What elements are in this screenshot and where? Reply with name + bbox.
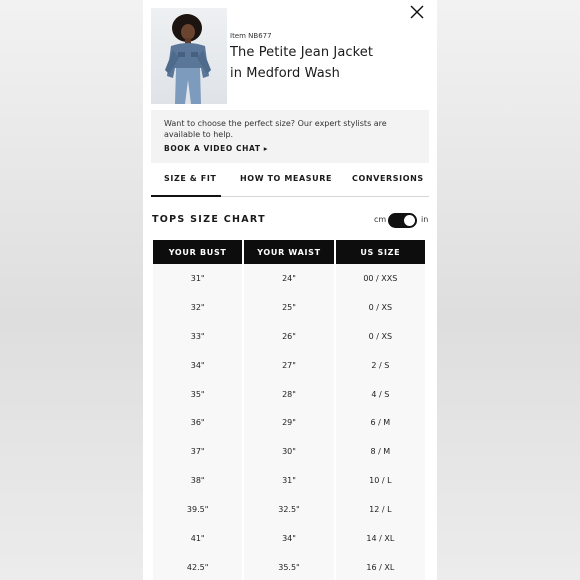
- waist-cell: 27": [244, 350, 334, 380]
- bust-cell: 39.5": [153, 495, 243, 525]
- waist-cell: 35.5": [244, 552, 334, 580]
- item-number: Item NB677: [230, 32, 272, 40]
- header-your-bust: YOUR BUST: [153, 240, 243, 264]
- table-row: 37" 30" 8 / M: [153, 437, 425, 467]
- size-chart-header-row: YOUR BUST YOUR WAIST US SIZE: [153, 240, 425, 264]
- stylist-banner: Want to choose the perfect size? Our exp…: [151, 110, 429, 163]
- product-photo: [151, 8, 227, 104]
- bust-cell: 42.5": [153, 552, 243, 580]
- close-icon: [410, 5, 424, 19]
- table-row: 34" 27" 2 / S: [153, 350, 425, 380]
- table-row: 38" 31" 10 / L: [153, 466, 425, 496]
- bust-cell: 35": [153, 379, 243, 409]
- unit-toggle: cm in: [143, 213, 437, 229]
- table-row: 42.5" 35.5" 16 / XL: [153, 552, 425, 580]
- unit-switch[interactable]: [388, 213, 417, 228]
- us-size-cell: 0 / XS: [335, 292, 425, 322]
- stylist-banner-text: Want to choose the perfect size? Our exp…: [164, 119, 387, 139]
- waist-cell: 31": [244, 466, 334, 496]
- bust-cell: 31": [153, 264, 243, 293]
- us-size-cell: 00 / XXS: [335, 264, 425, 293]
- active-tab-indicator: [151, 195, 221, 197]
- waist-cell: 34": [244, 524, 334, 553]
- tab-how-to-measure[interactable]: HOW TO MEASURE: [240, 174, 332, 183]
- table-row: 32" 25" 0 / XS: [153, 292, 425, 322]
- bust-cell: 37": [153, 437, 243, 467]
- bust-cell: 34": [153, 350, 243, 380]
- us-size-cell: 4 / S: [335, 379, 425, 409]
- header-us-size: US SIZE: [335, 240, 425, 264]
- waist-cell: 32.5": [244, 495, 334, 525]
- background-left: [0, 0, 143, 580]
- product-title-line2: in Medford Wash: [230, 66, 340, 81]
- switch-knob: [404, 215, 415, 226]
- us-size-cell: 6 / M: [335, 408, 425, 438]
- table-row: 36" 29" 6 / M: [153, 408, 425, 438]
- us-size-cell: 10 / L: [335, 466, 425, 496]
- waist-cell: 24": [244, 264, 334, 293]
- us-size-cell: 12 / L: [335, 495, 425, 525]
- unit-in-label: in: [421, 215, 429, 224]
- us-size-cell: 2 / S: [335, 350, 425, 380]
- book-video-chat-link[interactable]: BOOK A VIDEO CHAT ▸: [164, 144, 268, 153]
- waist-cell: 25": [244, 292, 334, 322]
- bust-cell: 41": [153, 524, 243, 553]
- bust-cell: 36": [153, 408, 243, 438]
- table-row: 39.5" 32.5" 12 / L: [153, 495, 425, 525]
- bust-cell: 32": [153, 292, 243, 322]
- waist-cell: 29": [244, 408, 334, 438]
- us-size-cell: 16 / XL: [335, 552, 425, 580]
- background-right: [437, 0, 580, 580]
- unit-cm-label: cm: [374, 215, 387, 224]
- table-row: 41" 34" 14 / XL: [153, 524, 425, 553]
- table-row: 33" 26" 0 / XS: [153, 321, 425, 351]
- table-row: 35" 28" 4 / S: [153, 379, 425, 409]
- bust-cell: 38": [153, 466, 243, 496]
- bust-cell: 33": [153, 321, 243, 351]
- tab-conversions[interactable]: CONVERSIONS: [352, 174, 424, 183]
- product-title-line1: The Petite Jean Jacket: [230, 45, 374, 60]
- table-row: 31" 24" 00 / XXS: [153, 264, 425, 293]
- waist-cell: 30": [244, 437, 334, 467]
- waist-cell: 28": [244, 379, 334, 409]
- us-size-cell: 14 / XL: [335, 524, 425, 553]
- size-guide-panel: Item NB677 The Petite Jean Jacket in Med…: [143, 0, 437, 580]
- size-chart-table: YOUR BUST YOUR WAIST US SIZE 31" 24" 00 / …: [151, 240, 427, 580]
- product-title: The Petite Jean Jacket in Medford Wash: [230, 42, 430, 84]
- us-size-cell: 8 / M: [335, 437, 425, 467]
- waist-cell: 26": [244, 321, 334, 351]
- tab-size-and-fit[interactable]: SIZE & FIT: [164, 174, 216, 183]
- us-size-cell: 0 / XS: [335, 321, 425, 351]
- header-your-waist: YOUR WAIST: [244, 240, 334, 264]
- size-guide-tabs: SIZE & FIT HOW TO MEASURE CONVERSIONS: [151, 174, 429, 198]
- close-button[interactable]: [409, 4, 425, 20]
